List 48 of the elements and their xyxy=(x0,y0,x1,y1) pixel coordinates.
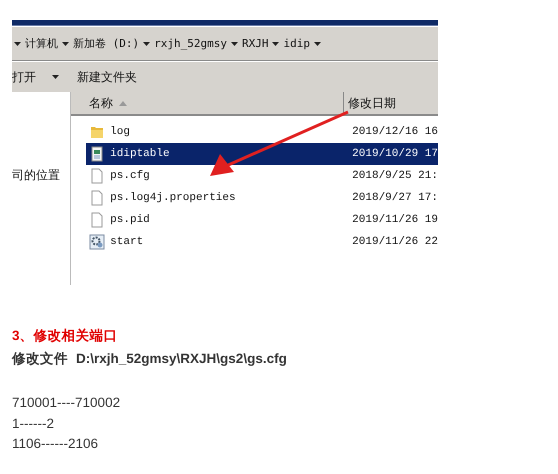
address-bar[interactable]: 计算机 新加卷 (D:) rxjh_52gmsy RXJH idip xyxy=(12,26,438,61)
file-row[interactable]: ps.cfg 2018/9/25 21: xyxy=(86,165,438,187)
modified-date: 2019/12/16 16 xyxy=(351,126,438,138)
file-row[interactable]: ps.log4j.properties 2018/9/27 17: xyxy=(86,187,438,209)
nav-item[interactable]: 司的位置 xyxy=(12,168,60,182)
file-row[interactable]: idiptable 2019/10/29 17 xyxy=(86,143,438,165)
caret-icon[interactable] xyxy=(14,42,21,46)
column-header[interactable]: 名称 xyxy=(71,92,344,114)
modified-date: 2019/10/29 17 xyxy=(351,148,438,160)
file-name: log xyxy=(110,126,130,138)
caret-icon[interactable] xyxy=(314,42,321,46)
caret-icon[interactable] xyxy=(272,42,280,46)
file-icon xyxy=(89,168,106,184)
port-mapping: 1106------2106 xyxy=(12,435,100,453)
gear-icon xyxy=(89,234,106,250)
file-name: ps.pid xyxy=(110,214,150,226)
file-row[interactable]: log 2019/12/16 16 xyxy=(86,121,438,143)
caret-icon[interactable] xyxy=(143,42,150,46)
file-name: idiptable xyxy=(110,148,170,160)
caret-icon[interactable] xyxy=(230,42,238,46)
modified-date: 2019/11/26 19 xyxy=(351,214,438,226)
toolbar-button[interactable]: 打开 xyxy=(12,68,59,86)
file-path: D:\rxjh_52gmsy\RXJH\gs2\gs.cfg xyxy=(76,350,287,368)
file-name: ps.log4j.properties xyxy=(110,192,236,204)
breadcrumb-item[interactable]: rxjh_52gmsy xyxy=(154,37,227,50)
document-icon xyxy=(89,146,106,162)
breadcrumb-item[interactable]: RXJH xyxy=(242,37,268,50)
breadcrumb-item[interactable]: idip xyxy=(283,37,310,50)
port-mapping: 1------2 xyxy=(12,414,55,432)
caret-icon[interactable] xyxy=(62,42,69,46)
file-icon xyxy=(89,190,106,206)
file-row[interactable]: start 2019/11/26 22 xyxy=(86,231,438,253)
file-name: ps.cfg xyxy=(110,170,150,182)
file-label: 修改文件 xyxy=(12,350,68,368)
file-row[interactable]: ps.pid 2019/11/26 19 xyxy=(86,209,438,231)
modified-date: 2018/9/25 21: xyxy=(351,170,438,182)
file-icon xyxy=(89,212,106,228)
folder-icon xyxy=(89,124,106,140)
port-mapping: 710001----710002 xyxy=(12,394,122,412)
toolbar-button[interactable]: 新建文件夹 xyxy=(77,68,137,86)
breadcrumb-item[interactable]: 计算机 xyxy=(25,36,58,51)
column-header[interactable]: 修改日期 xyxy=(344,92,438,114)
file-name: start xyxy=(110,236,144,248)
caret-icon xyxy=(52,75,59,79)
modified-date: 2019/11/26 22 xyxy=(351,236,438,248)
breadcrumb-item[interactable]: 新加卷 (D:) xyxy=(73,36,140,51)
section-heading: 3、修改相关端口 xyxy=(12,327,119,345)
modified-date: 2018/9/27 17: xyxy=(351,192,438,204)
